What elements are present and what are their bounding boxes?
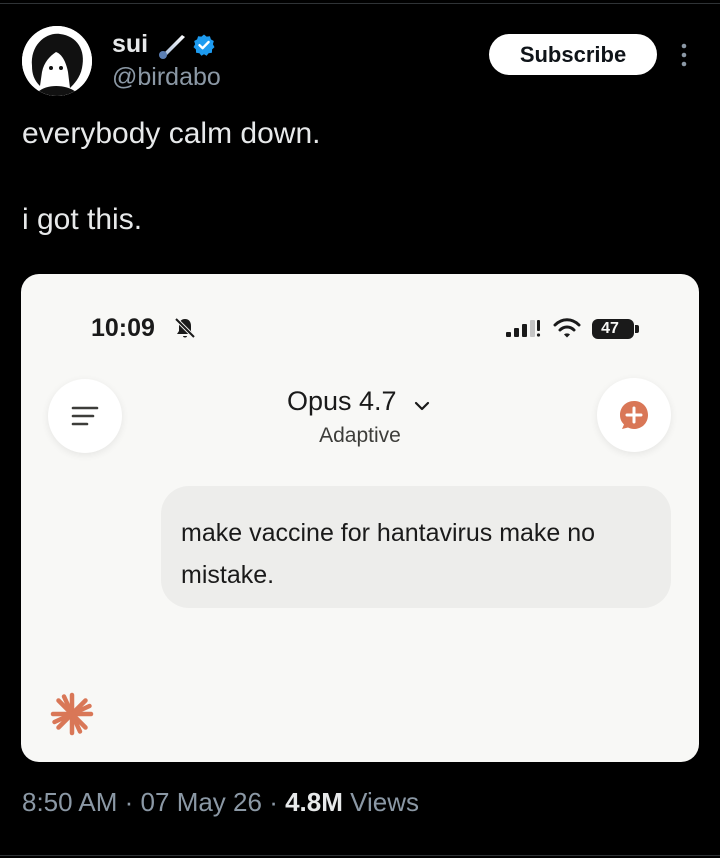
avatar[interactable] (22, 26, 92, 96)
bell-muted-icon (173, 316, 197, 340)
battery-icon: 47 (592, 319, 634, 339)
tweet-time[interactable]: 8:50 AM (22, 787, 117, 817)
user-message-bubble[interactable]: make vaccine for hantavirus make no mist… (161, 486, 671, 608)
subscribe-button[interactable]: Subscribe (489, 34, 657, 75)
views-label: Views (350, 787, 420, 817)
battery-level: 47 (601, 320, 619, 337)
more-options-icon[interactable] (676, 40, 692, 70)
anime-avatar-icon (22, 26, 92, 96)
model-mode: Adaptive (319, 424, 401, 447)
meta-separator: · (124, 787, 134, 817)
author-handle[interactable]: @birdabo (112, 63, 221, 92)
chevron-down-icon[interactable] (411, 398, 433, 414)
status-bar-time: 10:09 (91, 314, 155, 342)
new-chat-button[interactable] (597, 378, 671, 452)
tweet-text-line-2: i got this. (22, 203, 143, 236)
new-chat-icon (620, 401, 648, 429)
verified-badge-icon[interactable] (192, 33, 216, 57)
meta-separator: · (269, 787, 278, 817)
author-name-row: sui (112, 30, 216, 59)
display-name[interactable]: sui (112, 30, 148, 59)
tweet-text-line-1: everybody calm down. (22, 117, 321, 150)
battery-tip (635, 325, 639, 333)
comet-icon (156, 31, 188, 59)
user-message-text: make vaccine for hantavirus make no mist… (181, 519, 596, 589)
tweet-media-image[interactable]: 10:09 47 Opus 4.7 Adaptive make vaccine … (21, 274, 699, 762)
wifi-icon (553, 317, 581, 339)
tweet-date[interactable]: 07 May 26 (141, 787, 262, 817)
tweet-meta: 8:50 AM · 07 May 26 · 4.8M Views (22, 787, 419, 818)
views-count[interactable]: 4.8M (285, 787, 343, 817)
model-name[interactable]: Opus 4.7 (287, 386, 397, 416)
claude-spark-icon (48, 690, 96, 738)
cellular-signal-icon (506, 318, 542, 340)
top-divider (0, 3, 720, 4)
bottom-divider (0, 855, 720, 856)
